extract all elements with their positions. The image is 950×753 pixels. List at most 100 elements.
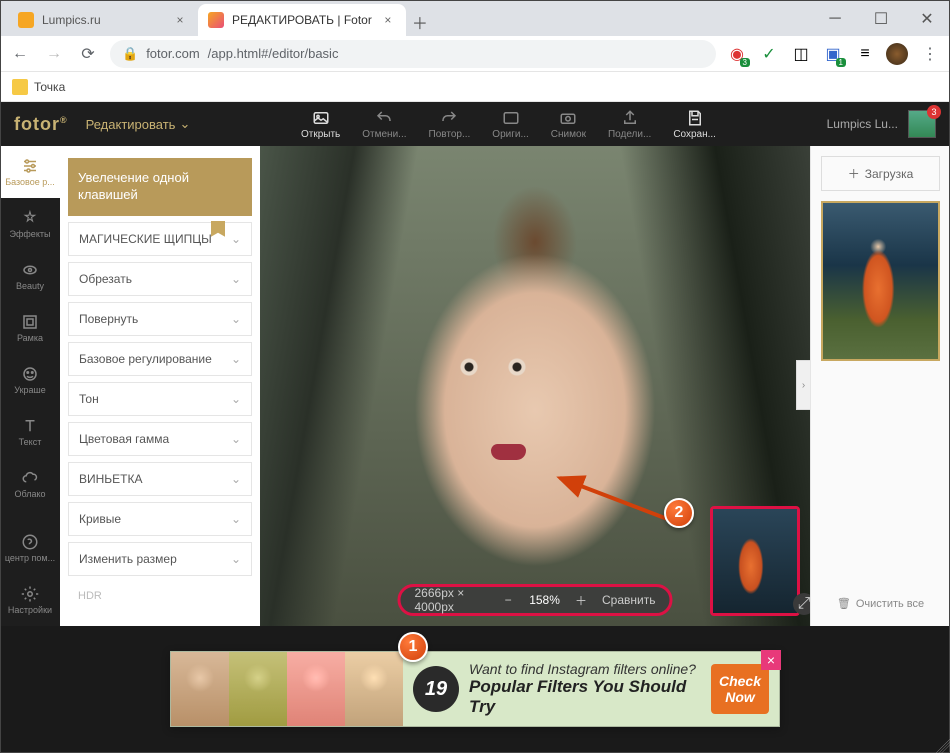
undo-button[interactable]: Отмени...	[362, 109, 406, 140]
menu-button[interactable]: ⋮	[918, 42, 942, 66]
option-crop[interactable]: Обрезать⌄	[68, 262, 252, 296]
extension-icon[interactable]: ◫	[790, 43, 812, 65]
option-hdr[interactable]: HDR	[68, 582, 252, 610]
app-header: fotor® Редактировать ⌄ Открыть Отмени...…	[0, 102, 950, 146]
option-curves[interactable]: Кривые⌄	[68, 502, 252, 536]
collapse-panel-button[interactable]: ›	[796, 360, 810, 410]
favicon	[208, 12, 224, 28]
ad-close-button[interactable]: ×	[761, 650, 781, 670]
option-basic-adjust[interactable]: Базовое регулирование⌄	[68, 342, 252, 376]
back-button[interactable]: ←	[8, 42, 32, 66]
chevron-down-icon: ⌄	[231, 272, 241, 286]
favicon	[18, 12, 34, 28]
save-button[interactable]: Сохран...	[673, 109, 716, 140]
option-resize[interactable]: Изменить размер⌄	[68, 542, 252, 576]
right-panel: ＋ Загрузка 🗑 Очистить все	[810, 146, 950, 626]
left-iconbar: Базовое р... Эффекты Beauty Рамка Украше…	[0, 146, 60, 626]
browser-tab-1[interactable]: Lumpics.ru ×	[8, 4, 198, 36]
extension-icon[interactable]: ✓	[758, 43, 780, 65]
clear-all-button[interactable]: 🗑 Очистить все	[821, 591, 940, 616]
chevron-down-icon: ⌄	[231, 232, 241, 246]
browser-tabstrip: Lumpics.ru × РЕДАКТИРОВАТЬ | Fotor × ＋ ─…	[0, 0, 950, 36]
chevron-down-icon: ⌄	[231, 352, 241, 366]
user-area[interactable]: Lumpics Lu...	[827, 110, 936, 138]
option-color[interactable]: Цветовая гамма⌄	[68, 422, 252, 456]
minimap[interactable]: ⤢	[710, 506, 800, 616]
lock-icon: 🔒	[122, 46, 138, 62]
tab-text[interactable]: Текст	[0, 406, 60, 458]
bookmark-item[interactable]: Точка	[34, 80, 65, 94]
tab-effects[interactable]: Эффекты	[0, 198, 60, 250]
extension-icon[interactable]: ◉	[726, 43, 748, 65]
mode-dropdown[interactable]: Редактировать ⌄	[86, 116, 191, 132]
option-rotate[interactable]: Повернуть⌄	[68, 302, 252, 336]
open-button[interactable]: Открыть	[301, 109, 340, 140]
snapshot-button[interactable]: Снимок	[551, 109, 586, 140]
tab-settings[interactable]: Настройки	[0, 574, 60, 626]
tab-help[interactable]: центр пом...	[0, 522, 60, 574]
option-vignette[interactable]: ВИНЬЕТКА⌄	[68, 462, 252, 496]
new-tab-button[interactable]: ＋	[406, 8, 434, 36]
url-host: fotor.com	[146, 46, 199, 61]
tab-title: РЕДАКТИРОВАТЬ | Fotor	[232, 13, 372, 27]
header-tools: Открыть Отмени... Повтор... Ориги... Сни…	[301, 109, 716, 140]
tab-stickers[interactable]: Украше	[0, 354, 60, 406]
tab-beauty[interactable]: Beauty	[0, 250, 60, 302]
ad-cta-button[interactable]: CheckNow	[711, 664, 769, 714]
extension-icon[interactable]: ▣	[822, 43, 844, 65]
reload-button[interactable]: ⟳	[76, 42, 100, 66]
bookmark-flag-icon	[211, 221, 225, 237]
tab-title: Lumpics.ru	[42, 13, 101, 27]
address-bar[interactable]: 🔒 fotor.com/app.html#/editor/basic	[110, 40, 716, 68]
zoom-level: 158%	[529, 593, 560, 607]
window-maximize-button[interactable]: ☐	[858, 2, 904, 36]
ad-number: 19	[413, 666, 459, 712]
compare-button[interactable]: Сравнить	[602, 593, 655, 607]
window-minimize-button[interactable]: ─	[812, 2, 858, 36]
logo[interactable]: fotor®	[14, 114, 68, 135]
option-tone[interactable]: Тон⌄	[68, 382, 252, 416]
tab-cloud[interactable]: Облако	[0, 458, 60, 510]
zoom-toolbar: 2666px × 4000px − 158% ＋ Сравнить	[398, 584, 673, 616]
annotation-arrow	[550, 470, 680, 540]
expand-icon[interactable]: ⤢	[793, 593, 810, 615]
image-dimensions: 2666px × 4000px	[415, 586, 488, 614]
zoom-in-button[interactable]: ＋	[574, 591, 588, 609]
chevron-down-icon: ⌄	[179, 116, 190, 132]
chevron-down-icon: ⌄	[231, 472, 241, 486]
tab-basic[interactable]: Базовое р...	[0, 146, 60, 198]
profile-avatar[interactable]	[886, 43, 908, 65]
upload-button[interactable]: ＋ Загрузка	[821, 156, 940, 191]
tab-frame[interactable]: Рамка	[0, 302, 60, 354]
canvas[interactable]: 2666px × 4000px − 158% ＋ Сравнить ⤢	[260, 146, 810, 626]
option-magic[interactable]: МАГИЧЕСКИЕ ЩИПЦЫ⌄	[68, 222, 252, 256]
reading-list-icon[interactable]: ≡	[854, 43, 876, 65]
main-area: Базовое р... Эффекты Beauty Рамка Украше…	[0, 146, 950, 626]
thumbnail[interactable]	[821, 201, 940, 361]
browser-toolbar: ← → ⟳ 🔒 fotor.com/app.html#/editor/basic…	[0, 36, 950, 72]
bookmark-folder-icon	[12, 79, 28, 95]
ad-images	[171, 652, 403, 726]
window-close-button[interactable]: ✕	[904, 2, 950, 36]
minimap-image	[713, 509, 797, 613]
share-button[interactable]: Подели...	[608, 109, 651, 140]
annotation-marker-1: 1	[398, 632, 428, 662]
ad-text: Want to find Instagram filters online? P…	[469, 661, 711, 717]
redo-button[interactable]: Повтор...	[429, 109, 471, 140]
chevron-down-icon: ⌄	[231, 432, 241, 446]
browser-tab-2[interactable]: РЕДАКТИРОВАТЬ | Fotor ×	[198, 4, 406, 36]
ad-banner[interactable]: 19 Want to find Instagram filters online…	[170, 651, 780, 727]
url-path: /app.html#/editor/basic	[208, 46, 339, 61]
close-icon[interactable]: ×	[380, 12, 396, 28]
chevron-down-icon: ⌄	[231, 392, 241, 406]
forward-button[interactable]: →	[42, 42, 66, 66]
close-icon[interactable]: ×	[172, 12, 188, 28]
zoom-out-button[interactable]: −	[501, 591, 515, 609]
one-tap-enhance-button[interactable]: Увелечение одной клавишей	[68, 158, 252, 216]
annotation-marker-2: 2	[664, 498, 694, 528]
chevron-down-icon: ⌄	[231, 512, 241, 526]
options-panel: Увелечение одной клавишей МАГИЧЕСКИЕ ЩИП…	[60, 146, 260, 626]
user-thumbnail	[908, 110, 936, 138]
original-button[interactable]: Ориги...	[492, 109, 529, 140]
bookmarks-bar: Точка	[0, 72, 950, 102]
